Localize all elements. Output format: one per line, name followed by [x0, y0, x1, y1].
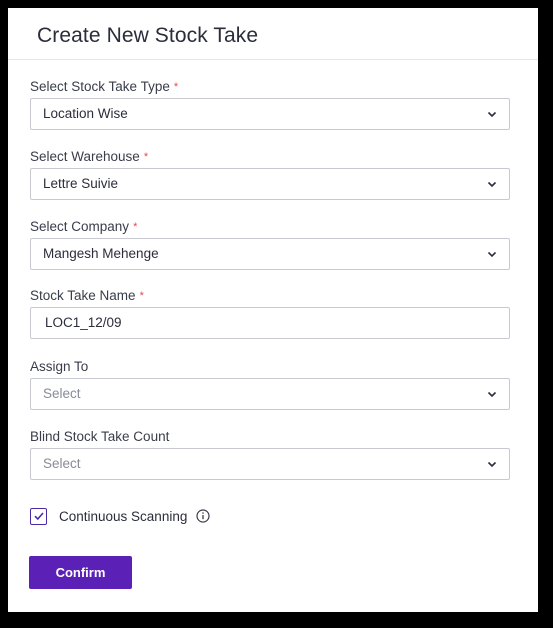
- stock-take-name-field: Stock Take Name * LOC1_12/09: [30, 287, 510, 339]
- continuous-scanning-row: Continuous Scanning: [30, 506, 210, 526]
- stock-take-type-label: Select Stock Take Type *: [30, 79, 179, 94]
- stock-take-type-field: Select Stock Take Type * Location Wise: [30, 78, 510, 130]
- stock-take-type-value: Location Wise: [43, 106, 128, 121]
- stock-take-name-label: Stock Take Name *: [30, 288, 144, 303]
- company-label: Select Company *: [30, 219, 138, 234]
- company-select[interactable]: Mangesh Mehenge: [30, 238, 510, 270]
- assign-to-placeholder: Select: [43, 386, 81, 401]
- assign-to-label: Assign To: [30, 359, 89, 374]
- chevron-down-icon: [487, 109, 497, 119]
- company-value: Mangesh Mehenge: [43, 246, 159, 261]
- stock-take-type-select[interactable]: Location Wise: [30, 98, 510, 130]
- continuous-scanning-checkbox[interactable]: [30, 507, 47, 525]
- required-marker: *: [143, 151, 149, 163]
- warehouse-field: Select Warehouse * Lettre Suivie: [30, 148, 510, 200]
- stock-take-name-input[interactable]: LOC1_12/09: [30, 307, 510, 339]
- blind-count-placeholder: Select: [43, 456, 81, 471]
- required-marker: *: [139, 290, 144, 302]
- create-stock-take-dialog: Create New Stock Take Select Stock Take …: [8, 8, 538, 612]
- stock-take-name-value: LOC1_12/09: [45, 315, 122, 330]
- continuous-scanning-label: Continuous Scanning: [59, 508, 188, 524]
- info-icon[interactable]: [196, 509, 210, 523]
- blind-count-label: Blind Stock Take Count: [30, 429, 170, 444]
- company-field: Select Company * Mangesh Mehenge: [30, 218, 510, 270]
- chevron-down-icon: [487, 389, 497, 399]
- blind-count-field: Blind Stock Take Count Select: [30, 428, 510, 480]
- assign-to-field: Assign To Select: [30, 358, 510, 410]
- checkmark-icon: [33, 512, 44, 521]
- chevron-down-icon: [487, 179, 497, 189]
- warehouse-select[interactable]: Lettre Suivie: [30, 168, 510, 200]
- warehouse-label: Select Warehouse *: [30, 149, 149, 164]
- chevron-down-icon: [487, 459, 497, 469]
- required-marker: *: [173, 81, 179, 93]
- confirm-button[interactable]: Confirm: [29, 556, 132, 589]
- dialog-title: Create New Stock Take: [37, 24, 259, 47]
- warehouse-value: Lettre Suivie: [43, 176, 119, 191]
- chevron-down-icon: [487, 249, 497, 259]
- blind-count-select[interactable]: Select: [30, 448, 510, 480]
- dialog-header: Create New Stock Take: [8, 8, 538, 60]
- assign-to-select[interactable]: Select: [30, 378, 510, 410]
- required-marker: *: [133, 221, 138, 233]
